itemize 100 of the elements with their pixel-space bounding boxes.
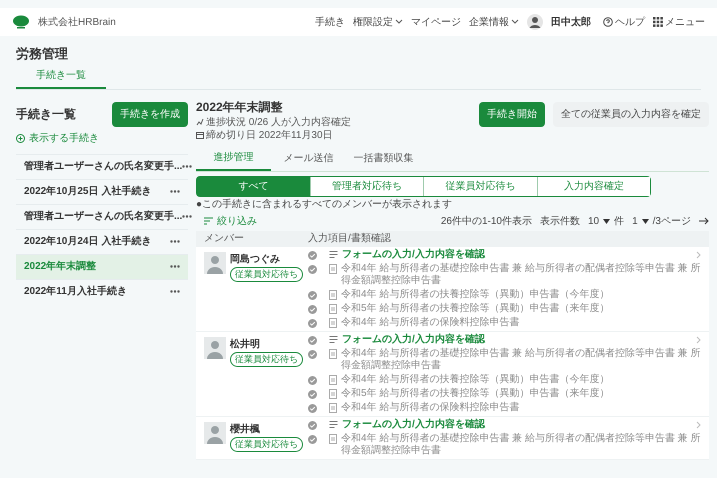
check-circle-icon: [308, 350, 317, 358]
document-icon: [329, 348, 337, 358]
more-icon: [170, 265, 180, 268]
nav-link[interactable]: マイページ: [411, 14, 461, 30]
check-circle-icon: [308, 404, 317, 412]
check-circle-icon: [308, 390, 317, 398]
page-tab[interactable]: 手続き一覧: [16, 64, 106, 88]
check-circle-icon: [308, 250, 317, 260]
form-link[interactable]: フォームの入力/入力内容を確認: [342, 248, 692, 260]
chevron-right-icon: [696, 420, 701, 428]
sidebar-item[interactable]: 2022年年末調整: [16, 254, 188, 278]
person-placeholder-icon: [204, 252, 226, 274]
check-circle-icon: [308, 264, 317, 274]
more-icon: [182, 165, 192, 168]
sidebar-item[interactable]: 2022年11月入社手続き: [16, 278, 188, 304]
check-circle-icon: [308, 318, 317, 328]
caret-down-icon: [603, 218, 610, 224]
chevron-right-icon: [696, 336, 701, 344]
member-name: 櫻井楓: [230, 422, 260, 436]
sidebar-item-label: 管理者ユーザーさんの氏名変更手...: [24, 159, 182, 174]
form-icon: [329, 420, 338, 428]
form-icon: [329, 250, 338, 258]
person-placeholder-icon: [204, 336, 226, 358]
company-name: 株式会社HRBrain: [38, 16, 116, 30]
sidebar-title: 手続き一覧: [16, 106, 76, 123]
next-page-button[interactable]: [699, 217, 709, 225]
check-circle-icon: [308, 376, 317, 384]
status-badge: 従業員対応待ち: [230, 266, 303, 282]
document-icon: [329, 264, 337, 274]
menu-icon: [653, 17, 663, 27]
page-total: /3ページ: [652, 214, 691, 228]
per-page-unit: 件: [614, 214, 624, 228]
sidebar-item[interactable]: 2022年10月25日 入社手続き: [16, 178, 188, 204]
form-link[interactable]: フォームの入力/入力内容を確認: [342, 418, 692, 430]
menu-button[interactable]: メニュー: [653, 14, 705, 30]
document-title: 令和4年 給与所得者の保険料控除申告書: [341, 402, 520, 414]
more-icon: [170, 290, 180, 293]
more-icon: [170, 240, 180, 243]
more-icon: [170, 190, 180, 193]
filter-button[interactable]: 絞り込み: [204, 214, 257, 228]
document-icon: [329, 402, 337, 412]
check-circle-icon: [308, 420, 317, 430]
status-badge: 従業員対応待ち: [230, 436, 303, 452]
document-title: 令和4年 給与所得者の扶養控除等（異動）申告書（今年度）: [341, 288, 610, 300]
logo-icon: [12, 15, 30, 29]
tab[interactable]: メール送信: [271, 146, 346, 170]
sidebar-item-label: 2022年10月24日 入社手続き: [24, 234, 152, 249]
document-icon: [329, 290, 337, 300]
segment-button[interactable]: 入力内容確定: [536, 176, 650, 196]
filter-link[interactable]: 表示する手続き: [16, 130, 99, 146]
tab[interactable]: 一括書類収集: [346, 146, 421, 170]
help-link[interactable]: ヘルプ: [603, 14, 645, 30]
column-header: メンバー: [203, 232, 245, 246]
segment-button[interactable]: 従業員対応待ち: [423, 176, 536, 196]
sidebar-item[interactable]: 管理者ユーザーさんの氏名変更手...: [16, 204, 188, 228]
person-placeholder-icon: [204, 422, 226, 444]
user-name: 田中太郎: [551, 15, 591, 30]
sidebar-item-label: 2022年11月入社手続き: [24, 284, 127, 299]
nav-link[interactable]: 手続き: [315, 14, 345, 30]
more-icon: [182, 215, 192, 218]
nav-link[interactable]: 企業情報: [469, 14, 519, 30]
check-circle-icon: [308, 434, 317, 444]
nav-link[interactable]: 権限設定: [353, 14, 403, 30]
segment-button[interactable]: すべて: [197, 176, 310, 196]
document-icon: [329, 434, 337, 444]
start-button[interactable]: 手続き開始: [479, 102, 545, 126]
tab[interactable]: 進捗管理: [196, 146, 271, 170]
sidebar-item-label: 2022年10月25日 入社手続き: [24, 184, 152, 199]
avatar-icon: [527, 14, 543, 30]
per-page-label: 表示件数: [540, 214, 580, 228]
page-select[interactable]: 1: [632, 214, 649, 228]
document-title: 令和4年 給与所得者の基礎控除申告書 兼 給与所得者の配偶者控除等申告書 兼 所得金額調整控除申告書: [341, 262, 702, 286]
create-button[interactable]: 手続きを作成: [112, 102, 188, 126]
add-circle-icon: [16, 134, 25, 142]
caret-down-icon: [642, 218, 649, 224]
segment-button[interactable]: 管理者対応待ち: [310, 176, 423, 196]
chart-icon: [196, 118, 204, 126]
calendar-icon: [196, 131, 204, 139]
document-title: 令和5年 給与所得者の扶養控除等（異動）申告書（来年度）: [341, 388, 610, 400]
document-icon: [329, 374, 337, 384]
sidebar-item-label: 2022年年末調整: [24, 259, 96, 274]
check-circle-icon: [308, 336, 317, 344]
per-page-select[interactable]: 10: [588, 214, 610, 228]
column-header: 入力項目/書類確認: [308, 232, 391, 246]
document-title: 令和4年 給与所得者の扶養控除等（異動）申告書（今年度）: [341, 374, 610, 386]
sidebar-item[interactable]: 管理者ユーザーさんの氏名変更手...: [16, 154, 188, 178]
arrow-right-icon: [699, 217, 709, 225]
check-circle-icon: [308, 290, 317, 300]
form-link[interactable]: フォームの入力/入力内容を確認: [342, 334, 692, 346]
filter-icon: [204, 217, 213, 225]
chevron-right-icon: [696, 250, 701, 258]
progress-text: 進捗状況 0/26 人が入力内容確定: [206, 116, 352, 128]
form-icon: [329, 334, 338, 344]
sidebar-item-label: 管理者ユーザーさんの氏名変更手...: [24, 209, 182, 224]
confirm-all-button[interactable]: 全ての従業員の入力内容を確定: [553, 102, 709, 126]
document-title: 令和4年 給与所得者の保険料控除申告書: [341, 316, 520, 328]
member-name: 岡島つぐみ: [230, 252, 280, 266]
result-count: 26件中の1-10件表示: [440, 214, 532, 228]
document-icon: [329, 318, 337, 328]
chevron-down-icon: [395, 19, 403, 25]
